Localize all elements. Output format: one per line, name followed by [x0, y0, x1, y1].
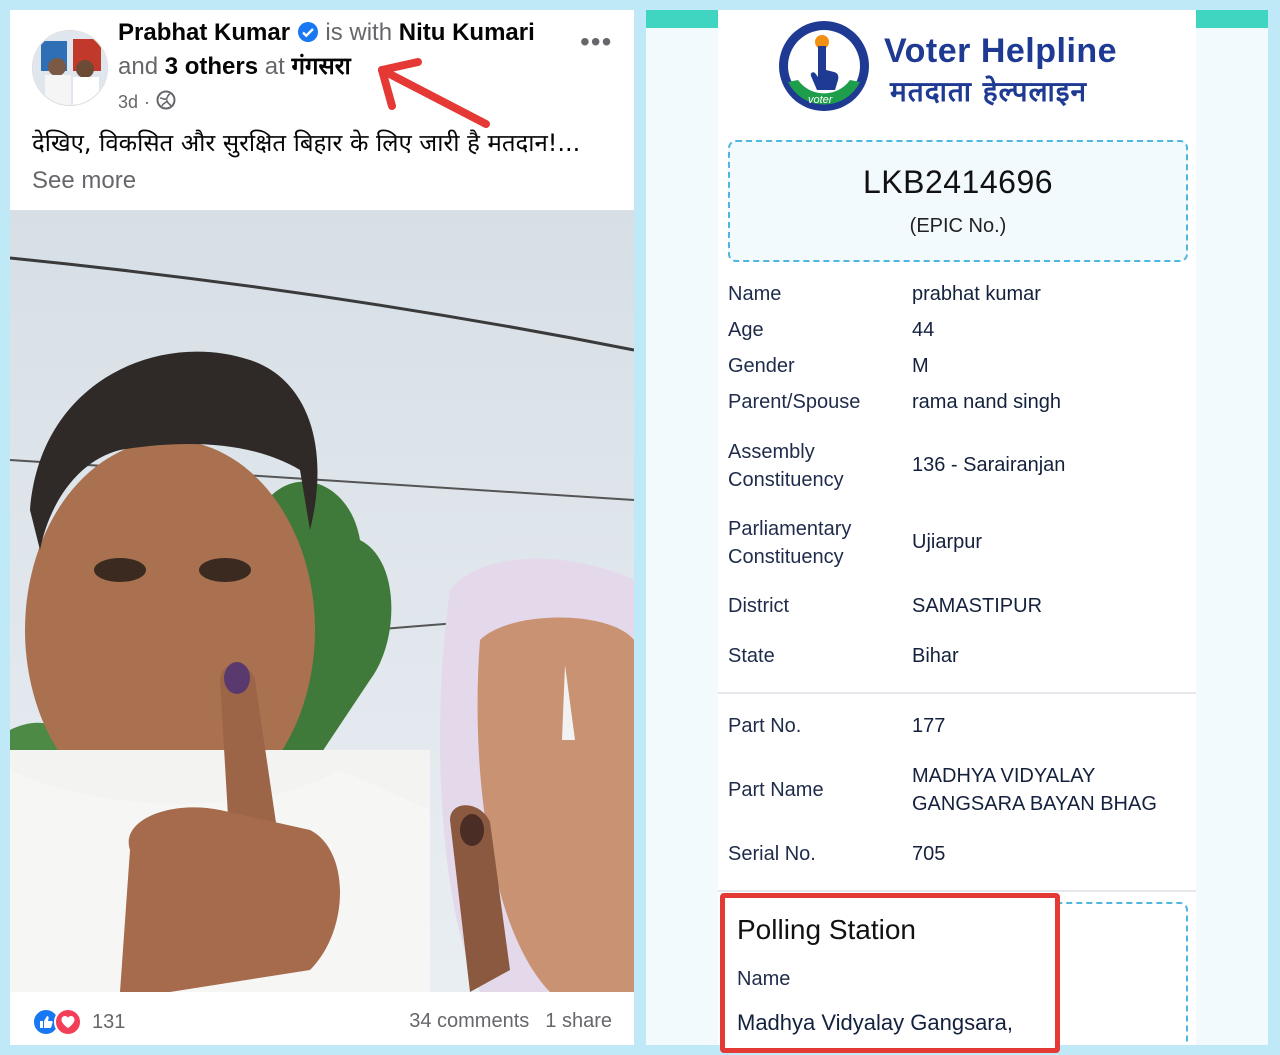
field-label: Part Name [728, 779, 824, 801]
epic-caption: (EPIC No.) [909, 215, 1007, 237]
field-value: 177 [912, 715, 946, 737]
voter-details-card: voter Voter Helpline मतदाता हेल्पलाइन LK… [718, 10, 1196, 1045]
and-text: and [118, 53, 159, 80]
field-value: Bihar [912, 645, 959, 667]
polling-station-name-value: Madhya Vidyalay Gangsara, [737, 1010, 1013, 1035]
field-label: Serial No. [728, 843, 816, 865]
love-reaction-icon [54, 1008, 82, 1036]
field-value: MADHYA VIDYALAY GANGSARA BAYAN BHAG [912, 765, 1157, 815]
field-label: Parliamentary Constituency [728, 518, 852, 568]
field-value: 136 - Sarairanjan [912, 454, 1066, 476]
field-label: District [728, 595, 790, 617]
engagement-stats: 34 comments 1 share [409, 1010, 612, 1033]
globe-icon [156, 90, 176, 115]
see-more-link[interactable]: See more [32, 167, 136, 195]
more-options-icon[interactable]: ••• [580, 26, 612, 58]
field-label: State [728, 645, 775, 667]
at-text: at [264, 53, 285, 80]
field-value: 705 [912, 843, 946, 865]
reactions-count[interactable]: 131 [92, 1011, 125, 1034]
post-meta: 3d · [118, 90, 176, 115]
annotation-arrow-icon [378, 58, 490, 128]
facebook-post: Prabhat Kumar is with Nitu Kumari and 3 … [10, 10, 634, 1045]
section-divider [718, 890, 1196, 892]
field-value: Ujiarpur [912, 531, 983, 553]
epic-number: LKB2414696 [862, 164, 1054, 200]
comments-count[interactable]: 34 comments [409, 1010, 529, 1033]
field-label: Parent/Spouse [728, 391, 861, 413]
field-value: rama nand singh [912, 391, 1061, 413]
shares-count[interactable]: 1 share [545, 1010, 612, 1033]
epic-box: LKB2414696 (EPIC No.) [728, 140, 1188, 262]
post-body-text: देखिए, विकसित और सुरक्षित बिहार के लिए ज… [32, 129, 581, 157]
field-value: SAMASTIPUR [912, 595, 1043, 617]
reactions-summary[interactable]: 131 [32, 1008, 125, 1036]
post-photo[interactable] [10, 210, 634, 992]
verified-badge-icon [297, 21, 319, 51]
is-with-text: is with [325, 19, 393, 46]
field-label: Name [728, 283, 782, 305]
polling-station-highlight: Polling Station Name Madhya Vidyalay Gan… [720, 893, 1060, 1053]
polling-station-name-label: Name [737, 968, 791, 990]
field-value: M [912, 355, 929, 377]
field-value: 44 [912, 319, 935, 341]
polling-station-title: Polling Station [737, 914, 917, 945]
section-divider [718, 692, 1196, 694]
voter-helpline-screen: voter Voter Helpline मतदाता हेल्पलाइन LK… [646, 10, 1268, 1045]
field-label: Age [728, 319, 764, 341]
post-time[interactable]: 3d [118, 92, 138, 113]
field-label: Part No. [728, 715, 802, 737]
meta-separator: · [144, 92, 151, 112]
post-footer: 131 34 comments 1 share [10, 992, 634, 1045]
app-title-hindi: मतदाता हेल्पलाइन [890, 75, 1088, 108]
location-link[interactable]: गंगसरा [291, 52, 350, 80]
field-label: Gender [728, 355, 795, 377]
author-avatar[interactable] [32, 30, 108, 106]
author-name[interactable]: Prabhat Kumar [118, 19, 290, 46]
tagged-person[interactable]: Nitu Kumari [399, 19, 535, 46]
others-link[interactable]: 3 others [165, 53, 258, 80]
field-label: Assembly Constituency [728, 441, 844, 491]
field-value: prabhat kumar [912, 283, 1041, 305]
logo-text: voter [808, 94, 833, 106]
app-title-english: Voter Helpline [884, 32, 1118, 70]
